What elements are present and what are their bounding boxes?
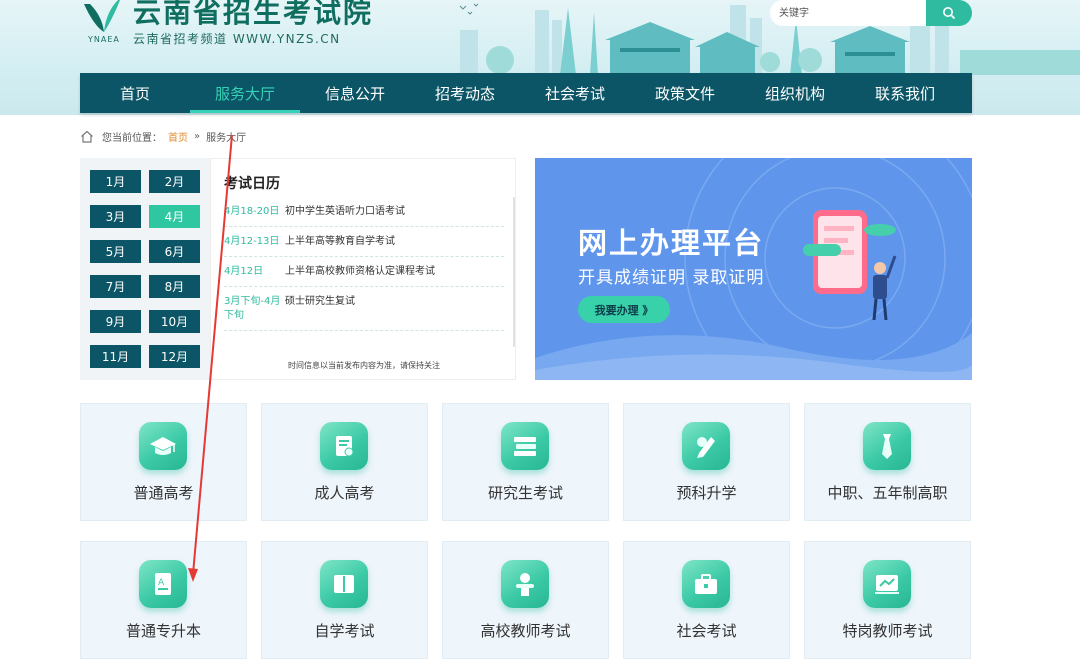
calendar-panel: 考试日历 4月18-20日 初中学生英语听力口语考试 4月12-13日 上半年高… <box>210 158 516 380</box>
event-date: 4月12日 <box>224 266 264 277</box>
home-icon <box>81 130 93 143</box>
nav-service-hall[interactable]: 服务大厅 <box>190 73 300 113</box>
event-name: 硕士研究生复试 <box>285 296 355 307</box>
apply-now-button[interactable]: 我要办理 》 <box>578 296 670 323</box>
event-name: 初中学生英语听力口语考试 <box>285 206 405 217</box>
calendar-title: 考试日历 <box>224 176 280 192</box>
category-tile-social-exam[interactable]: 社会考试 <box>623 541 790 659</box>
teacher-icon <box>501 560 549 608</box>
month-button[interactable]: 1月 <box>90 170 141 193</box>
category-tile-special-post-teacher[interactable]: 特岗教师考试 <box>804 541 971 659</box>
category-label: 研究生考试 <box>487 484 563 502</box>
category-tile-vocational[interactable]: 中职、五年制高职 <box>804 403 971 521</box>
month-button[interactable]: 2月 <box>149 170 200 193</box>
event-date: 4月18-20日 <box>224 206 280 217</box>
event-date: 4月12-13日 <box>224 236 280 247</box>
breadcrumb-separator: » <box>194 130 201 142</box>
nav-home[interactable]: 首页 <box>80 73 190 113</box>
event-name: 上半年高等教育自学考试 <box>285 236 395 247</box>
chalkboard-icon <box>863 560 911 608</box>
open-book-icon <box>320 560 368 608</box>
site-title: 云南省招生考试院 <box>133 0 374 29</box>
category-label: 中职、五年制高职 <box>827 484 948 502</box>
nav-organization[interactable]: 组织机构 <box>740 73 850 113</box>
promo-subtitle: 开具成绩证明 录取证明 <box>578 268 765 288</box>
category-label: 自学考试 <box>314 622 375 640</box>
category-label: 成人高考 <box>314 484 375 502</box>
category-tile-self-study[interactable]: 自学考试 <box>261 541 428 659</box>
category-label: 特岗教师考试 <box>842 622 933 640</box>
month-button[interactable]: 7月 <box>90 275 141 298</box>
search-button[interactable] <box>926 0 972 26</box>
category-tile-upgrade-bachelor[interactable]: A 普通专升本 <box>80 541 247 659</box>
event-date: 3月下旬-4月下旬 <box>224 296 281 321</box>
category-tile-adult-exam[interactable]: 成人高考 <box>261 403 428 521</box>
promo-title: 网上办理平台 <box>578 226 765 260</box>
calendar-scrollbar[interactable] <box>513 197 515 347</box>
breadcrumb-current: 服务大厅 <box>206 132 247 144</box>
logo-abbreviation: YNAEA <box>88 35 120 44</box>
nav-contact-us[interactable]: 联系我们 <box>850 73 960 113</box>
search-icon <box>943 7 956 20</box>
certificate-icon <box>320 422 368 470</box>
category-tile-university-teacher[interactable]: 高校教师考试 <box>442 541 609 659</box>
svg-text:A: A <box>158 578 165 588</box>
category-label: 普通高考 <box>133 484 194 502</box>
site-subtitle: 云南省招考频道 WWW.YNZS.CN <box>133 32 341 46</box>
category-tile-graduate-exam[interactable]: 研究生考试 <box>442 403 609 521</box>
category-label: 普通专升本 <box>125 622 201 640</box>
exam-calendar: 1月 2月 3月 4月 5月 6月 7月 8月 9月 10月 11月 12月 考… <box>80 158 516 380</box>
month-button[interactable]: 10月 <box>149 310 200 333</box>
ynaea-logo-icon <box>84 0 120 32</box>
month-button[interactable]: 3月 <box>90 205 141 228</box>
exam-paper-icon: A <box>139 560 187 608</box>
calendar-note: 时间信息以当前发布内容为准，请保持关注 <box>288 361 440 370</box>
graduation-cap-icon <box>139 422 187 470</box>
nav-admission-news[interactable]: 招考动态 <box>410 73 520 113</box>
search-input[interactable] <box>770 0 920 26</box>
month-button-active[interactable]: 4月 <box>149 205 200 228</box>
category-tile-preparatory[interactable]: 预科升学 <box>623 403 790 521</box>
calendar-event[interactable]: 4月18-20日 初中学生英语听力口语考试 <box>224 205 504 227</box>
search-box <box>770 0 926 26</box>
online-service-banner[interactable]: 网上办理平台 开具成绩证明 录取证明 我要办理 》 <box>535 158 972 380</box>
category-label: 高校教师考试 <box>480 622 571 640</box>
calendar-event[interactable]: 4月12-13日 上半年高等教育自学考试 <box>224 235 504 257</box>
main-nav: 首页 服务大厅 信息公开 招考动态 社会考试 政策文件 组织机构 联系我们 <box>80 73 972 113</box>
event-name: 上半年高校教师资格认定课程考试 <box>285 266 435 277</box>
page: YNAEA 云南省招生考试院 云南省招考频道 WWW.YNZS.CN 首页 服务… <box>0 0 1080 670</box>
books-stack-icon <box>501 422 549 470</box>
breadcrumb-home-link[interactable]: 首页 <box>168 129 188 144</box>
breadcrumb: 您当前位置： 首页 » 服务大厅 <box>80 128 246 144</box>
month-button[interactable]: 11月 <box>90 345 141 368</box>
pencil-eraser-icon <box>682 422 730 470</box>
calendar-event[interactable]: 4月12日 上半年高校教师资格认定课程考试 <box>224 265 504 287</box>
category-label: 社会考试 <box>676 622 737 640</box>
month-button[interactable]: 9月 <box>90 310 141 333</box>
month-button[interactable]: 6月 <box>149 240 200 263</box>
month-button[interactable]: 8月 <box>149 275 200 298</box>
breadcrumb-prefix: 您当前位置： <box>102 132 162 144</box>
city-skyline-illustration <box>459 3 1080 75</box>
calendar-event[interactable]: 3月下旬-4月下旬 硕士研究生复试 <box>224 295 504 331</box>
nav-policy-docs[interactable]: 政策文件 <box>630 73 740 113</box>
nav-social-exams[interactable]: 社会考试 <box>520 73 630 113</box>
month-button[interactable]: 5月 <box>90 240 141 263</box>
month-selector: 1月 2月 3月 4月 5月 6月 7月 8月 9月 10月 11月 12月 <box>80 158 210 380</box>
nav-info-disclosure[interactable]: 信息公开 <box>300 73 410 113</box>
briefcase-icon <box>682 560 730 608</box>
necktie-icon <box>863 422 911 470</box>
month-button[interactable]: 12月 <box>149 345 200 368</box>
category-label: 预科升学 <box>676 484 737 502</box>
category-tile-gaokao[interactable]: 普通高考 <box>80 403 247 521</box>
